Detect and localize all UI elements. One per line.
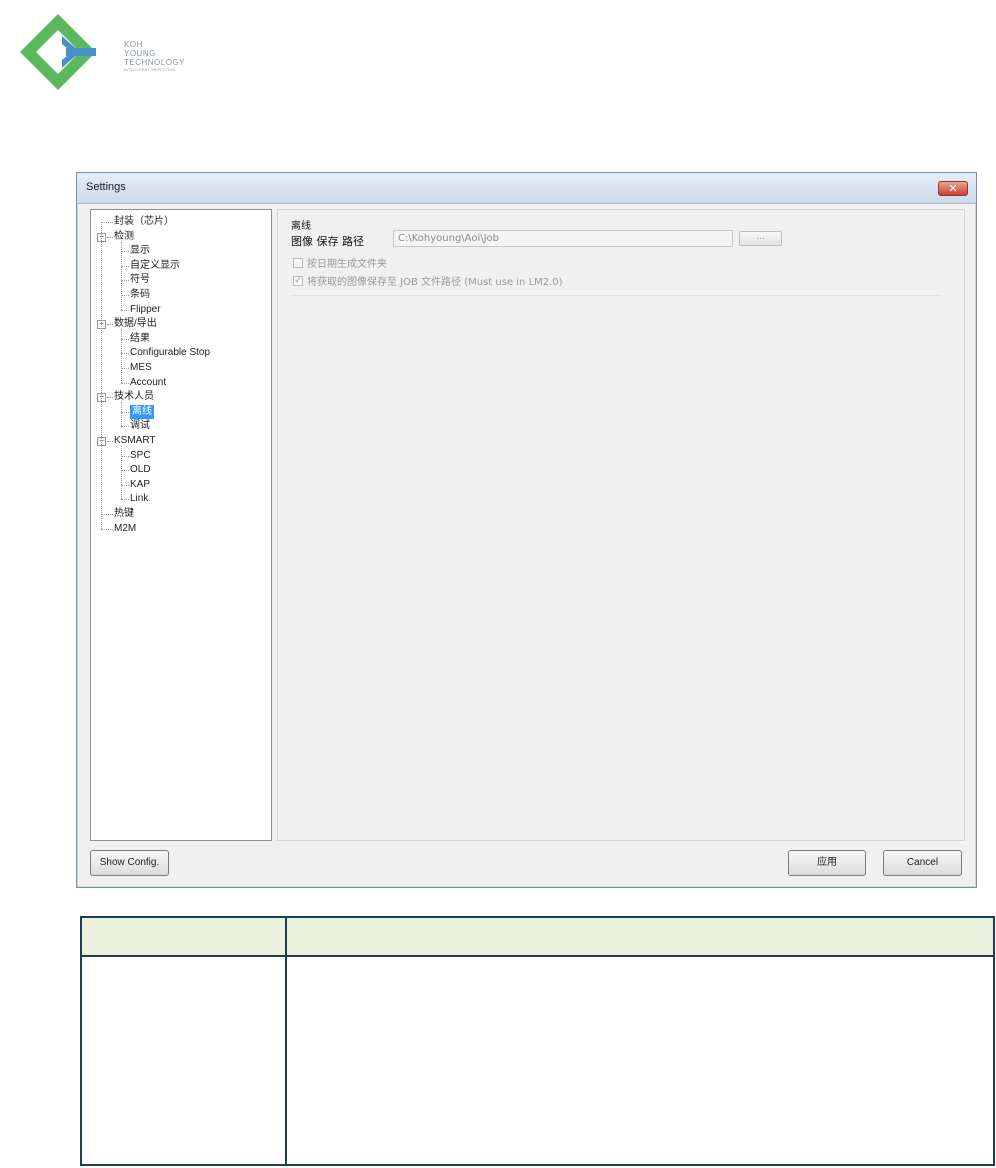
tree-item[interactable]: 结果 <box>130 332 150 346</box>
tree-item[interactable]: Link <box>130 492 148 506</box>
apply-button[interactable]: 应用 <box>788 850 866 876</box>
logo-wordmark: KOH YOUNG TECHNOLOGY INTELLIGENT INSPECTIO… <box>124 40 186 72</box>
tree-item[interactable]: Flipper <box>130 303 161 317</box>
tree-item[interactable]: 符号 <box>130 273 150 287</box>
tree-item[interactable]: 检测 <box>114 230 134 244</box>
tree-connector <box>121 295 129 296</box>
tree-guide-line <box>121 241 122 310</box>
separator <box>291 295 941 296</box>
company-logo: KOH YOUNG TECHNOLOGY INTELLIGENT INSPECTIO… <box>18 14 198 94</box>
tree-item[interactable]: 条码 <box>130 288 150 302</box>
column-divider <box>285 918 287 1164</box>
show-config-button[interactable]: Show Config. <box>90 850 169 876</box>
tree-connector <box>121 309 129 311</box>
tree-connector <box>101 222 113 223</box>
checkbox-date-folder[interactable]: 按日期生成文件夹 <box>293 255 387 270</box>
tree-item[interactable]: 热键 <box>114 507 134 521</box>
tree-connector <box>121 251 129 253</box>
tree-connector <box>107 236 113 238</box>
tree-item[interactable]: Account <box>130 376 166 390</box>
tree-connector <box>121 470 129 472</box>
logo-line: YOUNG <box>124 49 156 58</box>
tree-connector <box>121 499 129 501</box>
browse-button[interactable]: ... <box>739 231 782 246</box>
logo-mark-icon <box>20 14 96 90</box>
settings-tree[interactable]: 封装（芯片） − 检测 显示 自定义显示 符号 条码 Flipper − 数据/导出 结果 Confi… <box>90 209 272 841</box>
tree-guide-line <box>121 446 122 500</box>
tree-connector <box>121 411 129 413</box>
tree-item[interactable]: 显示 <box>130 244 150 258</box>
logo-line: TECHNOLOGY <box>124 58 186 67</box>
info-table <box>80 916 995 1166</box>
tree-connector <box>121 426 129 428</box>
logo-line: KOH <box>124 40 143 49</box>
group-title: 离线 <box>291 221 311 232</box>
close-button[interactable]: ✕ <box>938 181 968 196</box>
tree-connector <box>121 382 129 384</box>
cancel-button[interactable]: Cancel <box>883 850 962 876</box>
tree-connector <box>101 514 113 515</box>
tree-connector <box>121 353 129 355</box>
tree-item[interactable]: 离线 <box>130 404 154 419</box>
settings-panel: 离线 图像 保存 路径 C:\Kohyoung\Aoi\Job ... 按日期生… <box>277 209 965 841</box>
image-save-path-input[interactable]: C:\Kohyoung\Aoi\Job <box>393 230 733 247</box>
tree-guide-line <box>121 329 122 383</box>
tree-item[interactable]: MES <box>130 361 152 375</box>
settings-dialog: Settings ✕ 封装（芯片） − 检测 显示 自定义显示 符号 条码 Flipper − 数… <box>76 172 977 888</box>
tree-item[interactable]: Configurable Stop <box>130 346 210 360</box>
tree-connector <box>121 455 129 457</box>
tree-item[interactable]: 自定义显示 <box>130 259 180 273</box>
tree-item[interactable]: M2M <box>114 522 136 536</box>
tree-item[interactable]: 调试 <box>130 419 150 433</box>
tree-connector <box>121 484 129 486</box>
tree-connector <box>121 265 129 267</box>
image-save-path-label: 图像 保存 路径 <box>291 235 364 248</box>
dialog-title: Settings <box>86 181 126 193</box>
tree-connector <box>107 397 113 399</box>
tree-connector <box>121 338 129 340</box>
tree-connector <box>121 368 129 369</box>
tree-item[interactable]: 技术人员 <box>114 390 154 404</box>
tree-connector <box>121 280 129 282</box>
tree-item[interactable]: 封装（芯片） <box>114 215 174 229</box>
title-bar: Settings ✕ <box>77 173 976 204</box>
table-header <box>82 918 993 957</box>
tree-connector <box>107 324 113 326</box>
checkbox-box[interactable]: ✓ <box>293 275 303 286</box>
tree-item[interactable]: KAP <box>130 478 150 492</box>
tree-item[interactable]: SPC <box>130 449 151 463</box>
tree-item[interactable]: OLD <box>130 463 151 477</box>
tree-guide-line <box>121 402 122 427</box>
tree-connector <box>107 441 113 442</box>
checkbox-box[interactable] <box>293 257 303 268</box>
checkbox-label: 按日期生成文件夹 <box>307 259 387 270</box>
tree-guide-line <box>101 222 102 529</box>
checkbox-label: 将获取的图像保存至 JOB 文件路径 (Must use in LM2.0) <box>307 277 563 288</box>
checkbox-save-to-job-path[interactable]: ✓ 将获取的图像保存至 JOB 文件路径 (Must use in LM2.0) <box>293 273 563 288</box>
tree-connector <box>101 528 113 530</box>
